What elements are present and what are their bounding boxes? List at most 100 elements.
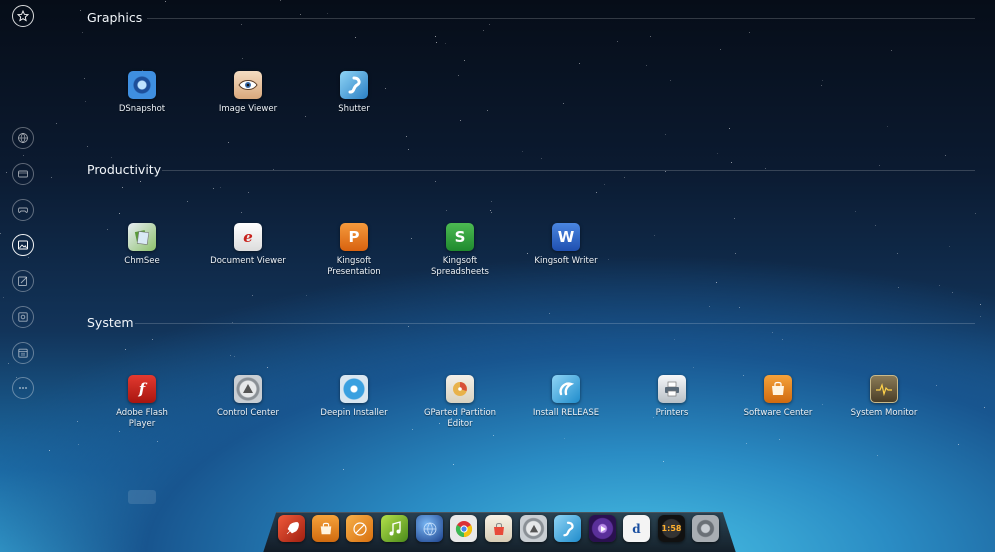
star-dot [252,295,253,296]
star-dot [242,58,243,59]
star-dot [604,184,605,185]
app-shutter[interactable]: Shutter [304,71,404,115]
star-dot [119,431,120,432]
star-dot [898,287,899,288]
star-dot [654,235,655,236]
app-install-release[interactable]: Install RELEASE [516,375,616,419]
app-document-viewer[interactable]: e Document Viewer [198,223,298,267]
star-dot [234,356,235,357]
star-dot [77,421,78,422]
app-control-center[interactable]: Control Center [198,375,298,419]
star-dot [522,151,523,152]
star-dot [453,464,454,465]
graphics-picture-icon[interactable] [12,234,34,256]
flash-icon: f [128,375,156,403]
globe-icon[interactable] [416,515,443,542]
star-dot [975,213,976,214]
utilities-calendar-icon[interactable] [12,342,34,364]
chrome-icon[interactable] [450,515,477,542]
app-label: System Monitor [850,408,918,418]
star-dot [782,339,783,340]
star-dot [51,177,52,178]
clock-text: 1:58 [661,524,682,533]
star-dot [78,444,79,445]
star-dot [663,461,664,462]
star-dot [85,101,86,102]
others-more-icon[interactable] [12,377,34,399]
app-label: Kingsoft Writer [534,256,598,266]
star-dot [939,285,940,286]
category-sidebar [0,0,46,552]
music-icon[interactable] [346,515,373,542]
app-system-monitor[interactable]: System Monitor [834,375,934,419]
app-label: DSnapshot [118,104,166,114]
writer-icon: W [552,223,580,251]
store-icon[interactable] [312,515,339,542]
star-dot [119,213,120,214]
star-dot [165,1,166,2]
app-deepin-installer[interactable]: Deepin Installer [304,375,404,419]
bag-icon[interactable] [485,515,512,542]
star-dot [945,155,946,156]
internet-globe-icon[interactable] [12,127,34,149]
shutter-icon [340,71,368,99]
games-gamepad-icon[interactable] [12,199,34,221]
star-dot [248,192,249,193]
installer-icon[interactable] [554,515,581,542]
star-dot [821,85,822,86]
app-label: Kingsoft Spreadsheets [431,256,489,277]
app-label: Install RELEASE [532,408,600,418]
monitor-icon [870,375,898,403]
app-chmsee[interactable]: ChmSee [92,223,192,267]
section-divider [135,323,975,324]
star-dot [549,313,550,314]
d-icon[interactable]: d [623,515,650,542]
star-dot [716,282,717,283]
system-settings-icon[interactable] [12,306,34,328]
app-label: Adobe Flash Player [116,408,168,429]
star-dot [305,116,306,117]
star-dot [267,367,268,368]
star-dot [855,211,856,212]
star-dot [897,253,898,254]
app-software-center[interactable]: Software Center [728,375,828,419]
star-dot [483,30,484,31]
app-printers[interactable]: Printers [622,375,722,419]
star-dot [936,385,937,386]
section-title: Productivity [87,162,162,177]
star-dot [493,435,494,436]
star-dot [446,210,447,211]
app-kingsoft-spreadsheets[interactable]: S Kingsoft Spreadsheets [410,223,510,278]
star-dot [343,469,344,470]
app-gparted[interactable]: GParted Partition Editor [410,375,510,430]
app-kingsoft-writer[interactable]: W Kingsoft Writer [516,223,616,267]
app-kingsoft-presentation[interactable]: P Kingsoft Presentation [304,223,404,278]
star-dot [435,36,436,37]
star-dot [563,103,564,104]
app-label: GParted Partition Editor [423,408,497,429]
play-icon[interactable] [589,515,616,542]
note-icon[interactable] [381,515,408,542]
multimedia-video-icon[interactable] [12,163,34,185]
star-dot [213,188,214,189]
star-dot [693,367,694,368]
favorites-star-icon[interactable] [12,5,34,27]
productivity-edit-icon[interactable] [12,270,34,292]
app-image-viewer[interactable]: Image Viewer [198,71,298,115]
star-dot [87,146,88,147]
rocket-icon[interactable] [278,515,305,542]
star-dot [228,142,229,143]
app-adobe-flash-player[interactable]: f Adobe Flash Player [92,375,192,430]
control-icon[interactable] [520,515,547,542]
star-dot [436,42,437,43]
star-dot [491,212,492,213]
star-dot [674,339,675,340]
star-dot [491,201,492,202]
star-dot [122,187,123,188]
clock-icon[interactable]: 1:58 [658,515,685,542]
settings-icon[interactable] [692,515,719,542]
app-dsnapshot[interactable]: DSnapshot [92,71,192,115]
star-dot [717,153,718,154]
app-label: Kingsoft Presentation [327,256,381,277]
star-dot [665,134,666,135]
